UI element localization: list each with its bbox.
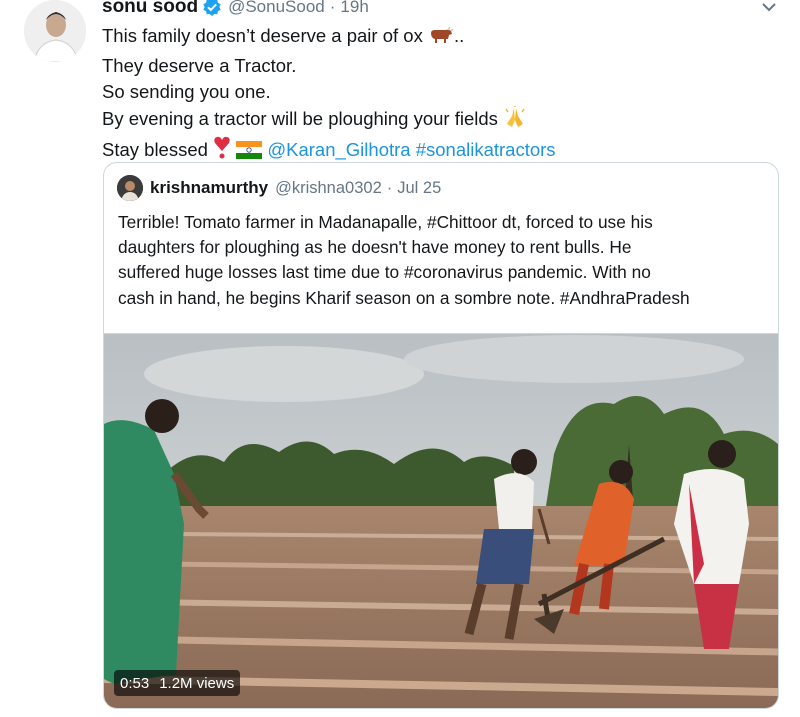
quoted-author-avatar[interactable] (117, 175, 143, 201)
video-duration: 0:53 (120, 674, 150, 692)
quoted-line-3: suffered huge losses last time due to #c… (118, 262, 651, 283)
video-player[interactable]: 0:53 1.2M views (104, 333, 778, 708)
quoted-line-1: Terrible! Tomato farmer in Madanapalle, … (118, 212, 653, 232)
quoted-author-name[interactable]: krishnamurthy (150, 178, 268, 198)
verified-badge-icon (202, 0, 222, 17)
quoted-line-4: cash in hand, he begins Kharif season on… (118, 287, 690, 308)
separator-dot: · (329, 0, 336, 16)
tweet-line-4: By evening a tractor will be ploughing y… (102, 105, 556, 136)
author-avatar[interactable] (24, 0, 86, 62)
video-thumbnail (104, 334, 778, 708)
tweet-text: This family doesn’t deserve a pair of ox… (102, 23, 556, 167)
video-views: 1.2M views (159, 674, 235, 692)
folded-hands-emoji-icon (503, 105, 527, 136)
quoted-tweet[interactable]: krishnamurthy @krishna0302 · Jul 25 Terr… (103, 162, 779, 709)
quoted-author-handle[interactable]: @krishna0302 (275, 179, 382, 198)
video-badge: 0:53 1.2M views (114, 670, 241, 696)
mention-link[interactable]: @Karan_Gilhotra (267, 139, 410, 160)
ox-emoji-icon (428, 26, 454, 53)
quoted-time[interactable]: Jul 25 (397, 179, 441, 198)
hashtag-link[interactable]: #sonalikatractors (416, 139, 556, 160)
chevron-down-icon[interactable] (758, 0, 780, 16)
tweet-line-3: So sending you one. (102, 81, 271, 102)
quoted-header: krishnamurthy @krishna0302 · Jul 25 (117, 175, 441, 201)
tweet[interactable]: sonu sood @SonuSood · 19h This family do… (0, 0, 800, 717)
author-name[interactable]: sonu sood (102, 0, 198, 18)
quoted-text: Terrible! Tomato farmer in Madanapalle, … (118, 210, 690, 311)
tweet-header: sonu sood @SonuSood · 19h (102, 0, 369, 18)
author-handle[interactable]: @SonuSood (228, 0, 325, 17)
separator-dot: · (386, 178, 393, 197)
tweet-line-1: This family doesn’t deserve a pair of ox… (102, 23, 556, 53)
quoted-line-2: daughters for ploughing as he doesn't ha… (118, 237, 632, 258)
tweet-line-2: They deserve a Tractor. (102, 54, 297, 76)
tweet-time[interactable]: 19h (340, 0, 368, 17)
